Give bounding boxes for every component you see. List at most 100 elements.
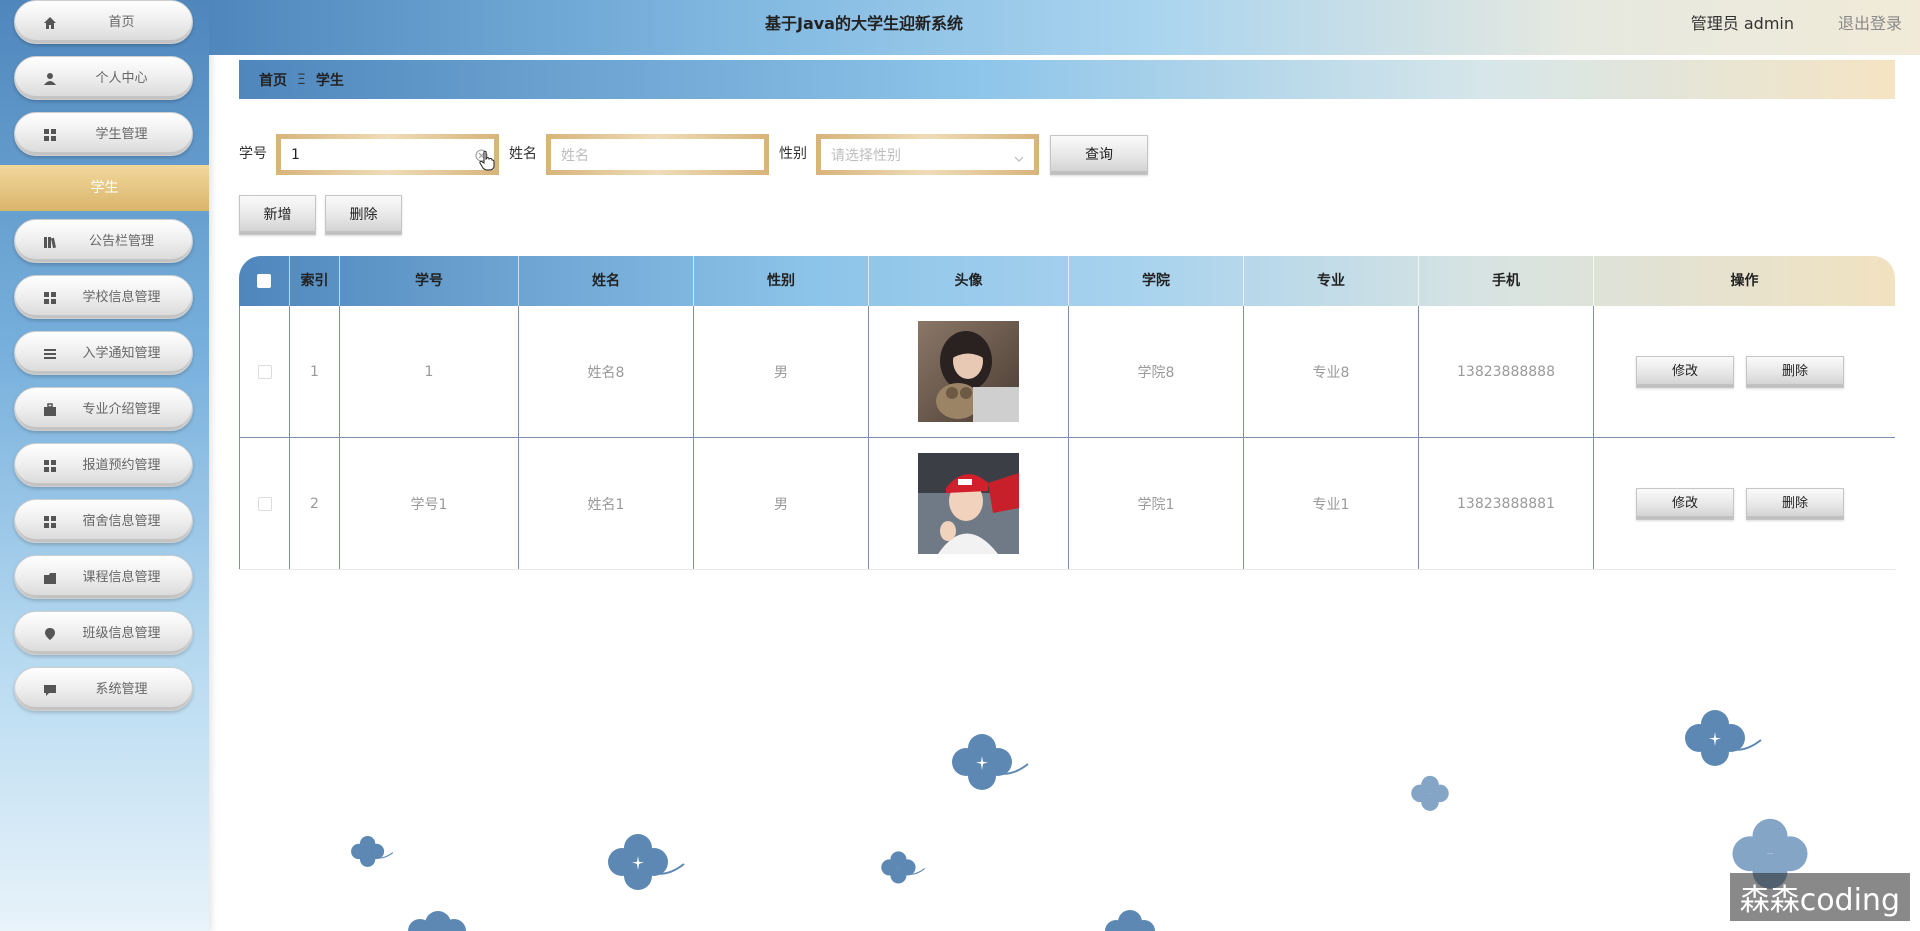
decorative-flower-icon [608,834,685,890]
sidebar-item-home[interactable]: 首页 [14,0,193,44]
current-user: 管理员 admin [1690,14,1794,33]
xuehao-input[interactable]: 1 [276,134,499,175]
column-header: 操作 [1730,273,1759,289]
folder-icon [42,570,58,586]
decorative-flower-icon [1411,775,1449,811]
app-title: 基于Java的大学生迎新系统 [765,14,963,33]
decorative-flower-icon [952,734,1029,790]
delete-button[interactable]: 删除 [1746,356,1844,388]
chat-icon [42,682,58,698]
breadcrumb: 首页 Ξ 学生 [239,60,1895,99]
cell-major: 专业1 [1244,438,1419,569]
sidebar-item-school-info-management[interactable]: 学校信息管理 [14,275,193,319]
column-header: 专业 [1244,256,1419,306]
chevron-down-icon [1014,151,1024,167]
column-header: 性别 [694,256,869,306]
decorative-flower-icon [881,851,926,884]
cell-operations: 修改 删除 [1594,306,1895,437]
edit-button[interactable]: 修改 [1636,356,1734,388]
sidebar-item-label: 班级信息管理 [82,626,161,641]
cell-name: 姓名1 [519,438,694,569]
edit-button[interactable]: 修改 [1636,488,1734,520]
column-header: 学号 [340,256,519,306]
batch-delete-button[interactable]: 删除 [325,195,402,235]
sidebar-item-dorm-info-management[interactable]: 宿舍信息管理 [14,499,193,543]
briefcase-icon [42,402,58,418]
cell-college: 学院1 [1069,438,1244,569]
cell-major: 专业8 [1244,306,1419,437]
row-select-cell [239,306,290,437]
sidebar-item-label: 个人中心 [95,71,148,86]
grid-icon [42,127,58,143]
sidebar-item-label: 学生管理 [95,127,148,142]
gender-select-placeholder: 请选择性别 [831,147,901,164]
cell-xuehao: 1 [340,306,519,437]
cell-avatar [869,306,1069,437]
cell-college: 学院8 [1069,306,1244,437]
student-table: 索引 学号 姓名 性别 头像 学院 专业 手机 操作 1 1 姓名8 男 学院8… [239,256,1895,570]
cell-phone: 13823888888 [1419,306,1594,437]
user-icon [42,71,58,87]
breadcrumb-current: 学生 [315,72,344,89]
list-icon [42,346,58,362]
table-row: 1 1 姓名8 男 学院8 专业8 13823888888 修改 删除 [239,306,1895,438]
sidebar-item-personal-center[interactable]: 个人中心 [14,56,193,100]
sidebar-item-label: 专业介绍管理 [82,402,161,417]
sidebar-item-major-intro-management[interactable]: 专业介绍管理 [14,387,193,431]
cell-name: 姓名8 [519,306,694,437]
table-header: 索引 学号 姓名 性别 头像 学院 专业 手机 操作 [239,256,1895,306]
sidebar-item-label: 公告栏管理 [88,234,154,249]
table-row: 2 学号1 姓名1 男 学院1 专业1 13823888881 修改 删除 [239,438,1895,570]
row-select-cell [239,438,290,569]
cell-avatar [869,438,1069,569]
cell-index: 2 [290,438,340,569]
select-all-cell [239,256,290,306]
delete-button[interactable]: 删除 [1746,488,1844,520]
sidebar-item-system-management[interactable]: 系统管理 [14,667,193,711]
sidebar-item-label: 首页 [108,15,135,30]
sidebar-item-course-info-management[interactable]: 课程信息管理 [14,555,193,599]
watermark: 森森coding [1729,873,1910,921]
sidebar-item-admission-notice-management[interactable]: 入学通知管理 [14,331,193,375]
cell-gender: 男 [694,306,869,437]
name-label: 姓名 [509,146,537,162]
row-checkbox[interactable] [257,496,272,511]
cursor-hand-icon [479,150,495,175]
sidebar-item-label: 报道预约管理 [82,458,161,473]
sidebar-item-student-management[interactable]: 学生管理 [14,112,193,156]
column-header: 学院 [1069,256,1244,306]
breadcrumb-home[interactable]: 首页 [259,70,287,90]
decorative-flower-icon [1105,910,1155,931]
cell-xuehao: 学号1 [340,438,519,569]
decorative-flower-icon [351,836,394,867]
decorative-flower-icon [1685,710,1762,766]
sidebar-item-class-info-management[interactable]: 班级信息管理 [14,611,193,655]
breadcrumb-separator: Ξ [297,71,306,88]
sidebar-item-label: 入学通知管理 [82,346,161,361]
gender-label: 性别 [779,146,807,162]
column-header: 头像 [869,256,1069,306]
logout-link[interactable]: 退出登录 [1838,0,1902,48]
cell-phone: 13823888881 [1419,438,1594,569]
decorative-flower-icon [408,911,466,931]
sidebar-item-label: 学校信息管理 [82,290,161,305]
select-all-checkbox[interactable] [257,274,271,288]
name-input[interactable]: 姓名 [546,134,769,175]
grid-icon [42,458,58,474]
sidebar-item-registration-booking-management[interactable]: 报道预约管理 [14,443,193,487]
sidebar-item-bulletin-management[interactable]: 公告栏管理 [14,219,193,263]
cell-operations: 修改 删除 [1594,438,1895,569]
row-checkbox[interactable] [257,364,272,379]
grid-icon [42,514,58,530]
sidebar-subitem-student[interactable]: 学生 [0,165,209,211]
gender-select[interactable]: 请选择性别 [816,134,1039,175]
sidebar-item-label: 宿舍信息管理 [82,514,161,529]
query-button[interactable]: 查询 [1050,135,1148,175]
grid-icon [42,290,58,306]
avatar [918,453,1019,554]
add-button[interactable]: 新增 [239,195,316,235]
column-header: 手机 [1419,256,1594,306]
sidebar-item-label: 课程信息管理 [82,570,161,585]
cell-index: 1 [290,306,340,437]
avatar [918,321,1019,422]
